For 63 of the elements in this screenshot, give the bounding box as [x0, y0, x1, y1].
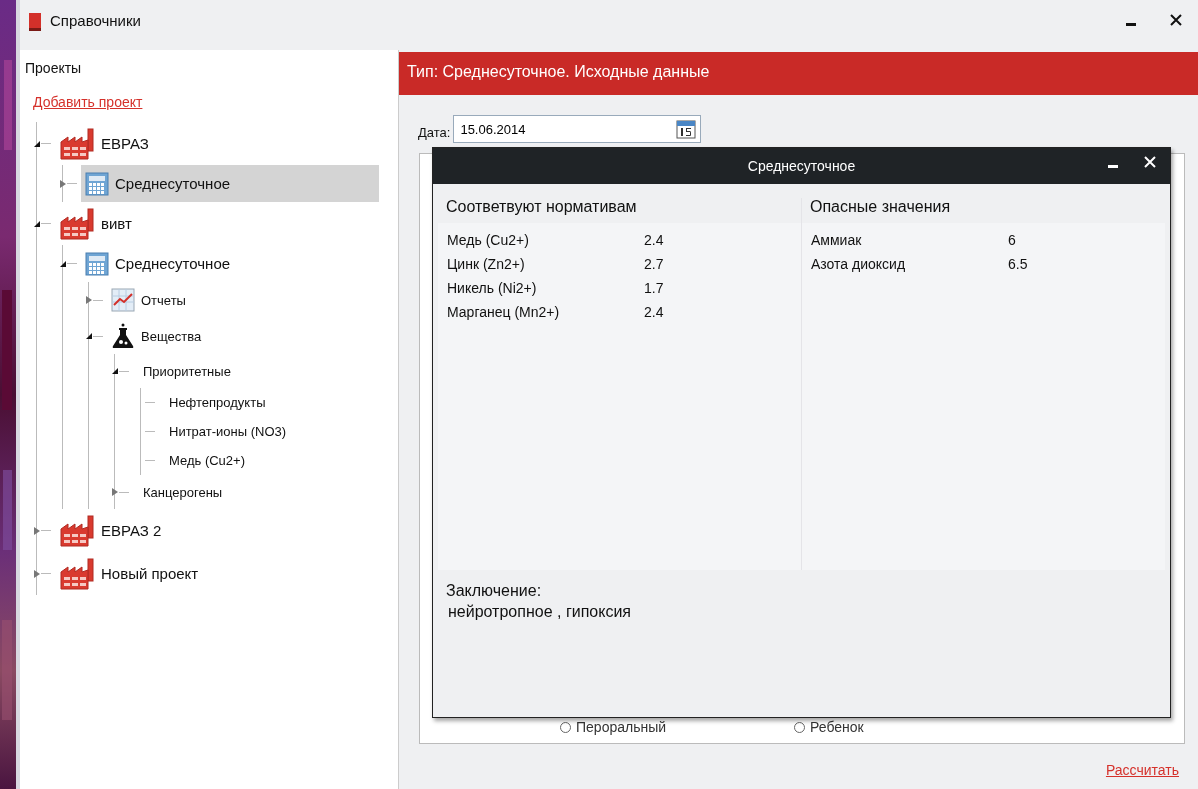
factory-icon	[59, 514, 95, 547]
value-text: 2.7	[644, 256, 664, 272]
add-project-link[interactable]: Добавить проект	[33, 94, 143, 110]
flask-icon	[111, 323, 135, 349]
conclusion-text: нейротропное , гипоксия	[448, 603, 632, 621]
collapse-arrow-icon[interactable]	[33, 219, 41, 228]
value-text: 1.7	[644, 280, 664, 296]
collapse-arrow-icon[interactable]	[111, 367, 119, 375]
book-icon	[28, 13, 42, 31]
factory-icon	[59, 127, 95, 160]
factory-icon	[59, 557, 95, 590]
tree-item[interactable]: Приоритетные	[133, 354, 235, 388]
column-heading: Соответвуют нормативам	[445, 198, 638, 217]
expand-arrow-icon[interactable]	[59, 178, 67, 189]
minimize-icon	[1126, 23, 1136, 26]
calculator-icon	[85, 171, 109, 196]
expand-arrow-icon[interactable]	[33, 568, 41, 579]
close-icon	[1170, 14, 1182, 26]
tree-item[interactable]: ЕВРАЗ	[55, 122, 153, 165]
tree-item[interactable]: Нефтепродукты	[159, 388, 270, 417]
collapse-arrow-icon[interactable]	[33, 139, 41, 148]
tree-item[interactable]: Нитрат-ионы (NO3)	[159, 417, 291, 446]
conclusion-label: Заключение:	[446, 582, 543, 600]
tree-item[interactable]: Канцерогены	[133, 475, 227, 509]
window-title: Справочники	[50, 12, 141, 29]
radio-option[interactable]: Пероральный	[560, 719, 667, 735]
radio-option[interactable]: Ребенок	[794, 719, 864, 735]
collapse-arrow-icon[interactable]	[59, 259, 67, 268]
value-text: 2.4	[644, 232, 664, 248]
chart-icon	[111, 288, 135, 312]
substance-name: Цинк (Zn2+)	[447, 256, 526, 272]
calculate-link[interactable]: Рассчитать	[1105, 762, 1179, 778]
substance-name: Никель (Ni2+)	[447, 280, 538, 296]
dialog-title: Среднесуточное	[747, 158, 856, 174]
column-heading: Опасные значения	[809, 198, 952, 217]
calendar-icon	[676, 119, 697, 139]
substance-name: Аммиак	[811, 232, 863, 248]
minimize-icon	[1108, 165, 1118, 168]
substance-name: Марганец (Mn2+)	[447, 304, 561, 320]
tree-item[interactable]: вивт	[55, 202, 136, 245]
date-field[interactable]: 15.06.2014	[453, 115, 702, 143]
value-text: 6.5	[1008, 256, 1028, 272]
factory-icon	[59, 207, 95, 240]
value-text: 2.4	[644, 304, 664, 320]
tree-item[interactable]: Отчеты	[107, 282, 190, 318]
expand-arrow-icon[interactable]	[33, 525, 41, 536]
collapse-arrow-icon[interactable]	[85, 332, 93, 340]
substance-name: Азота диоксид	[811, 256, 907, 272]
tree-item[interactable]: ЕВРАЗ 2	[55, 509, 166, 552]
tree-item[interactable]: Новый проект	[55, 552, 203, 595]
close-icon	[1144, 156, 1156, 168]
value-text: 6	[1008, 232, 1016, 248]
tree-item[interactable]: Медь (Cu2+)	[159, 446, 249, 475]
calculator-icon	[85, 251, 109, 276]
tree-item[interactable]: Среднесуточное	[81, 165, 379, 202]
expand-arrow-icon[interactable]	[85, 295, 93, 305]
expand-arrow-icon[interactable]	[111, 487, 119, 497]
substance-name: Медь (Cu2+)	[447, 232, 530, 248]
date-label: Дата:	[418, 124, 451, 140]
tree-item[interactable]: Вещества	[107, 318, 206, 354]
tree-item[interactable]: Среднесуточное	[81, 245, 235, 282]
header-bar: Тип: Среднесуточное. Исходные данные	[399, 52, 1198, 95]
sidebar-title: Проекты	[24, 60, 83, 76]
